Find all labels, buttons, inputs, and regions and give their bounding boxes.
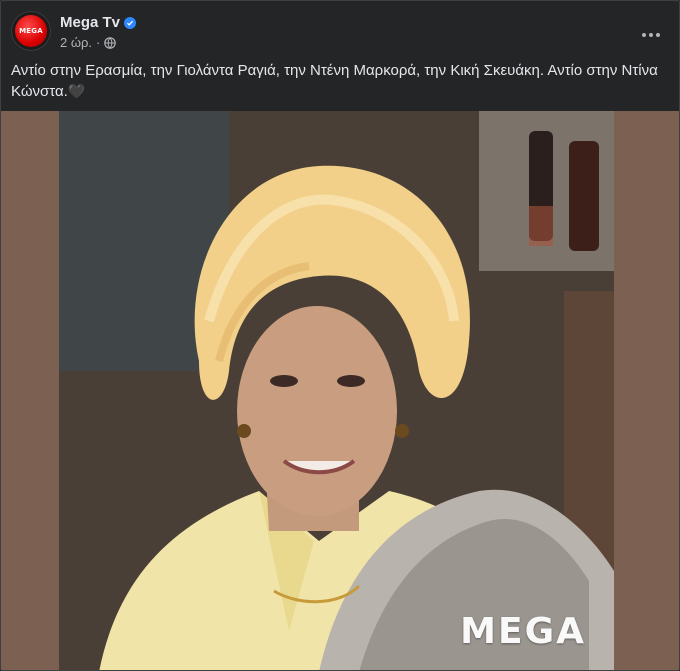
verified-badge-icon [124,16,137,29]
page-name-link[interactable]: Mega Tv [60,14,120,31]
post-meta: 2 ώρ. · [60,35,117,50]
post-photo[interactable]: MEGA [59,111,614,670]
post-caption: Αντίο στην Ερασμία, την Γιολάντα Ραγιά, … [11,61,661,102]
avatar-logo-text: MEGA [19,27,43,35]
mega-logo: MEGA [15,15,47,47]
more-options-icon[interactable] [633,17,669,53]
post-header: MEGA Mega Tv 2 ώρ. · [11,11,669,55]
facebook-post: MEGA Mega Tv 2 ώρ. · Αντίο στην Ερασμία,… [0,0,680,671]
page-avatar[interactable]: MEGA [11,11,51,51]
meta-separator: · [96,35,101,50]
photo-illustration [59,111,614,670]
black-heart-emoji: 🖤 [67,83,86,99]
page-name-row: Mega Tv [60,14,137,31]
caption-text: Αντίο στην Ερασμία, την Γιολάντα Ραγιά, … [11,62,658,100]
globe-icon[interactable] [104,36,117,49]
post-media[interactable]: MEGA [1,111,679,670]
post-timestamp[interactable]: 2 ώρ. [60,35,92,50]
mega-watermark: MEGA [460,611,586,652]
